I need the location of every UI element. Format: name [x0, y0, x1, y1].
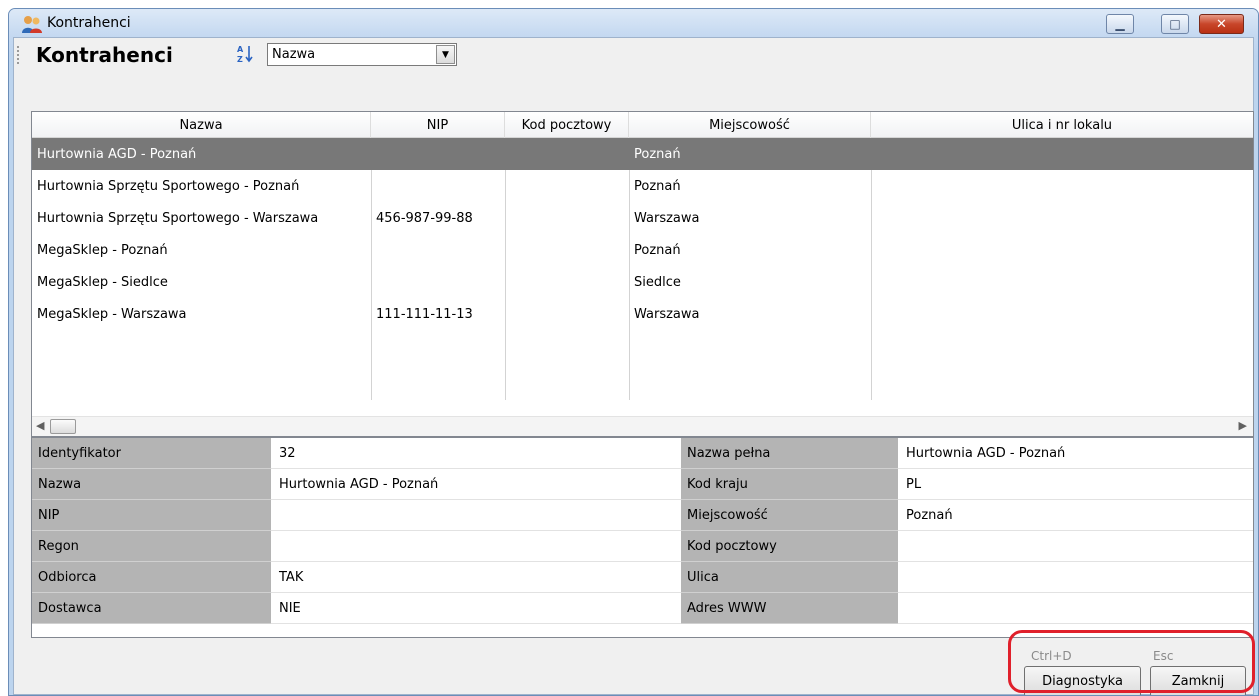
- cell-kod: [505, 266, 629, 298]
- cell-nip: [371, 170, 505, 202]
- cell-kod: [505, 234, 629, 266]
- toolbar-grip[interactable]: [17, 46, 20, 64]
- column-header-miejscowosc[interactable]: Miejscowość: [629, 112, 871, 138]
- toolbar: Kontrahenci A Z Nazwa ▼: [14, 38, 1253, 72]
- column-header-nip[interactable]: NIP: [371, 112, 505, 138]
- detail-row: Nazwa Hurtownia AGD - Poznań Kod kraju P…: [32, 469, 1253, 500]
- scrollbar-thumb[interactable]: [50, 419, 76, 434]
- cell-miejscowosc: Siedlce: [634, 274, 681, 290]
- close-icon: ✕: [1216, 16, 1227, 32]
- cell-nip: [371, 234, 505, 266]
- detail-label: Kod kraju: [681, 469, 898, 500]
- sort-field-value: Nazwa: [272, 47, 316, 62]
- cell-nazwa: MegaSklep - Siedlce: [37, 274, 168, 290]
- cell-nazwa: Hurtownia Sprzętu Sportowego - Warszawa: [37, 210, 319, 226]
- cell-nip: 456-987-99-88: [376, 210, 473, 226]
- detail-label: Regon: [32, 531, 271, 562]
- minimize-button[interactable]: ▁: [1106, 14, 1134, 34]
- detail-label: Kod pocztowy: [681, 531, 898, 562]
- sort-az-icon[interactable]: A Z: [236, 44, 256, 65]
- chevron-down-icon[interactable]: ▼: [436, 45, 455, 64]
- cell-kod: [505, 170, 629, 202]
- cell-miejscowosc: Warszawa: [634, 210, 700, 226]
- detail-row: Identyfikator 32 Nazwa pełna Hurtownia A…: [32, 438, 1253, 469]
- scroll-right-icon[interactable]: ▶: [1239, 419, 1247, 432]
- detail-value[interactable]: Hurtownia AGD - Poznań: [898, 438, 1253, 469]
- svg-text:Z: Z: [237, 55, 243, 64]
- cell-ulica: [871, 234, 1253, 266]
- detail-value[interactable]: NIE: [271, 593, 681, 624]
- detail-value[interactable]: [898, 593, 1253, 624]
- detail-row: Dostawca NIE Adres WWW: [32, 593, 1253, 624]
- sort-field-select[interactable]: Nazwa ▼: [267, 43, 457, 66]
- cell-miejscowosc: Poznań: [634, 242, 681, 258]
- details-panel: Identyfikator 32 Nazwa pełna Hurtownia A…: [31, 437, 1254, 638]
- window-title: Kontrahenci: [47, 15, 131, 31]
- annotation-highlight: [1008, 630, 1255, 693]
- cell-nip: [371, 138, 505, 170]
- scroll-left-icon[interactable]: ◀: [36, 419, 44, 432]
- table-row[interactable]: MegaSklep - Poznań Poznań: [32, 234, 1253, 266]
- column-header-nazwa[interactable]: Nazwa: [32, 112, 371, 138]
- detail-label: Nazwa: [32, 469, 271, 500]
- cell-ulica: [871, 202, 1253, 234]
- detail-value[interactable]: TAK: [271, 562, 681, 593]
- detail-value[interactable]: [271, 500, 681, 531]
- detail-label: NIP: [32, 500, 271, 531]
- detail-value[interactable]: [271, 531, 681, 562]
- cell-kod: [505, 202, 629, 234]
- cell-miejscowosc: Warszawa: [634, 306, 700, 322]
- svg-text:A: A: [237, 45, 244, 54]
- detail-label: Miejscowość: [681, 500, 898, 531]
- cell-ulica: [871, 298, 1253, 330]
- table-row[interactable]: MegaSklep - Warszawa 111-111-11-13 Warsz…: [32, 298, 1253, 330]
- detail-value[interactable]: 32: [271, 438, 681, 469]
- column-header-kod-pocztowy[interactable]: Kod pocztowy: [505, 112, 629, 138]
- table-row[interactable]: Hurtownia Sprzętu Sportowego - Warszawa …: [32, 202, 1253, 234]
- detail-label: Adres WWW: [681, 593, 898, 624]
- contacts-icon: [21, 13, 43, 35]
- detail-label: Nazwa pełna: [681, 438, 898, 469]
- contractors-grid[interactable]: Nazwa NIP Kod pocztowy Miejscowość Ulica…: [31, 111, 1254, 437]
- detail-value[interactable]: Hurtownia AGD - Poznań: [271, 469, 681, 500]
- detail-label: Odbiorca: [32, 562, 271, 593]
- cell-nazwa: MegaSklep - Poznań: [37, 242, 168, 258]
- detail-label: Ulica: [681, 562, 898, 593]
- kontrahenci-window: Kontrahenci ▁ □ ✕ Kontrahenci A Z Nazwa …: [8, 8, 1259, 696]
- detail-row: Odbiorca TAK Ulica: [32, 562, 1253, 593]
- maximize-icon: □: [1169, 17, 1181, 31]
- grid-header: Nazwa NIP Kod pocztowy Miejscowość Ulica…: [32, 112, 1253, 138]
- detail-value[interactable]: [898, 531, 1253, 562]
- cell-nazwa: Hurtownia Sprzętu Sportowego - Poznań: [37, 178, 300, 194]
- close-window-button[interactable]: ✕: [1199, 14, 1244, 34]
- cell-ulica: [871, 266, 1253, 298]
- table-row[interactable]: Hurtownia AGD - Poznań Poznań: [32, 138, 1253, 170]
- horizontal-scrollbar[interactable]: ◀ ▶: [32, 416, 1253, 436]
- detail-value[interactable]: [898, 562, 1253, 593]
- cell-miejscowosc: Poznań: [634, 178, 681, 194]
- detail-label: Dostawca: [32, 593, 271, 624]
- detail-value[interactable]: PL: [898, 469, 1253, 500]
- table-row[interactable]: Hurtownia Sprzętu Sportowego - Poznań Po…: [32, 170, 1253, 202]
- table-row[interactable]: MegaSklep - Siedlce Siedlce: [32, 266, 1253, 298]
- cell-nip: [371, 266, 505, 298]
- detail-row: Regon Kod pocztowy: [32, 531, 1253, 562]
- detail-value[interactable]: Poznań: [898, 500, 1253, 531]
- toolbar-title: Kontrahenci: [36, 43, 173, 67]
- cell-nip: 111-111-11-13: [376, 306, 473, 322]
- detail-label: Identyfikator: [32, 438, 271, 469]
- cell-nazwa: MegaSklep - Warszawa: [37, 306, 187, 322]
- cell-kod: [505, 298, 629, 330]
- cell-kod: [505, 138, 629, 170]
- cell-nazwa: Hurtownia AGD - Poznań: [37, 146, 197, 162]
- detail-row: NIP Miejscowość Poznań: [32, 500, 1253, 531]
- maximize-button[interactable]: □: [1161, 14, 1189, 34]
- column-header-ulica[interactable]: Ulica i nr lokalu: [871, 112, 1253, 138]
- cell-miejscowosc: Poznań: [634, 146, 681, 162]
- cell-ulica: [871, 170, 1253, 202]
- grid-rows: Hurtownia AGD - Poznań Poznań Hurtownia …: [32, 138, 1253, 400]
- cell-ulica: [871, 138, 1253, 170]
- minimize-icon: ▁: [1115, 17, 1125, 31]
